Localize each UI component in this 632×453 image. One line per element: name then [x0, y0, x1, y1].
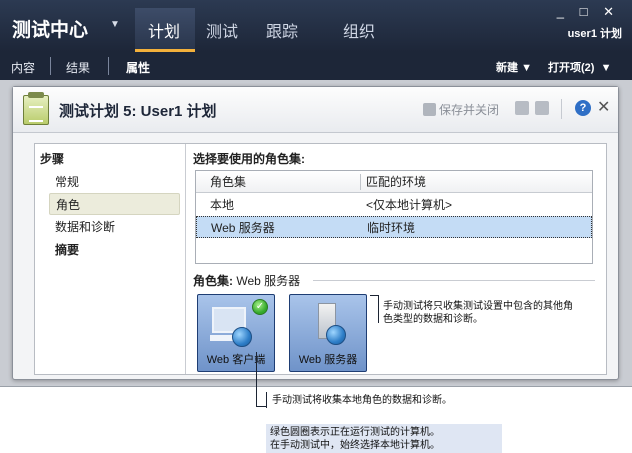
- clipboard-icon: [23, 92, 49, 125]
- divider: [313, 280, 595, 281]
- table-row-selected[interactable]: Web 服务器 临时环境: [196, 216, 592, 238]
- window-controls[interactable]: _ □ ✕: [557, 4, 620, 20]
- subnav-contents[interactable]: 内容: [11, 59, 35, 76]
- refresh-icon[interactable]: [535, 101, 549, 115]
- callout-connector: [256, 406, 266, 407]
- subnav-divider: [108, 57, 109, 75]
- dialog-body: 步骤 常规 角色 数据和诊断 摘要 选择要使用的角色集: 角色集 匹配的环境 本…: [34, 143, 607, 375]
- dialog-bottom-border: [0, 386, 632, 387]
- tile-label: Web 服务器: [298, 354, 358, 366]
- tab-plan[interactable]: 计划: [148, 18, 180, 42]
- callout-connector: [256, 352, 257, 407]
- dialog-title: 测试计划 5: User1 计划: [59, 103, 217, 120]
- role-tile-web-server[interactable]: Web 服务器: [289, 294, 367, 372]
- subnav-divider: [50, 57, 51, 75]
- new-label: 新建: [496, 62, 518, 74]
- chevron-down-icon: ▼: [597, 62, 612, 74]
- table-cell: 临时环境: [367, 221, 416, 235]
- save-icon: [423, 103, 436, 116]
- globe-icon: [232, 327, 252, 347]
- tile-label: Web 客户端: [206, 354, 266, 366]
- roleset-value: Web 服务器: [236, 274, 301, 288]
- callout-connector: [266, 392, 267, 408]
- tab-organize[interactable]: 组织: [343, 18, 375, 42]
- save-and-close-button[interactable]: 保存并关闭: [423, 101, 499, 118]
- callout-green-line-2: 在手动测试中，始终选择本地计算机。: [270, 440, 440, 451]
- step-summary[interactable]: 摘要: [49, 239, 180, 261]
- callout-server-note: 手动测试将只收集测试设置中包含的其他角色类型的数据和诊断。: [379, 298, 579, 328]
- running-indicator-icon: ✓: [252, 299, 268, 315]
- dialog-header: 测试计划 5: User1 计划 保存并关闭 ? ✕: [13, 87, 618, 133]
- sub-navigation: 内容 结果 属性 新建 ▼ 打开项(2) ▼: [0, 52, 632, 80]
- globe-icon: [326, 325, 346, 345]
- callout-local-note: 手动测试将收集本地角色的数据和诊断。: [268, 392, 488, 409]
- table-cell: Web 服务器: [211, 221, 275, 235]
- step-roles[interactable]: 角色: [49, 193, 180, 215]
- role-tile-web-client[interactable]: ✓ Web 客户端: [197, 294, 275, 372]
- app-title[interactable]: 测试中心: [12, 15, 88, 42]
- help-icon[interactable]: ?: [575, 100, 591, 116]
- chevron-down-icon: ▼: [521, 62, 532, 74]
- table-row[interactable]: 本地 <仅本地计算机>: [196, 194, 592, 216]
- roleset-label: 角色集:: [193, 274, 233, 288]
- tab-test[interactable]: 测试: [206, 18, 238, 42]
- roles-content: 选择要使用的角色集: 角色集 匹配的环境 本地 <仅本地计算机> Web 服务器…: [193, 144, 605, 374]
- steps-panel: 步骤 常规 角色 数据和诊断 摘要: [35, 144, 186, 374]
- user-label: user1 计划: [567, 28, 622, 40]
- callout-connector: [370, 295, 378, 296]
- chevron-down-icon[interactable]: ▼: [110, 19, 120, 30]
- callout-green-line-1: 绿色圆圈表示正在运行测试的计算机。: [270, 427, 440, 438]
- open-items-button[interactable]: 打开项(2) ▼: [548, 59, 611, 75]
- new-menu-button[interactable]: 新建 ▼: [496, 59, 532, 75]
- open-items-label: 打开项(2): [548, 62, 595, 74]
- table-header: 角色集 匹配的环境: [196, 171, 592, 193]
- app-header: 测试中心 ▼ 计划 测试 跟踪 组织 _ □ ✕ user1 计划: [0, 0, 632, 52]
- callout-green-note: 绿色圆圈表示正在运行测试的计算机。 在手动测试中，始终选择本地计算机。: [266, 424, 502, 453]
- save-icon[interactable]: [515, 101, 529, 115]
- roleset-prompt: 选择要使用的角色集:: [193, 152, 305, 166]
- steps-heading: 步骤: [40, 152, 65, 166]
- toolbar-divider: [561, 99, 562, 119]
- tab-track[interactable]: 跟踪: [266, 18, 298, 42]
- save-close-label: 保存并关闭: [439, 103, 500, 117]
- subnav-properties[interactable]: 属性: [126, 59, 150, 76]
- test-plan-dialog: 测试计划 5: User1 计划 保存并关闭 ? ✕ 步骤 常规 角色 数据和诊…: [12, 86, 619, 380]
- column-header-roleset[interactable]: 角色集: [196, 171, 246, 193]
- table-cell: 本地: [210, 198, 235, 212]
- roleset-summary: 角色集: Web 服务器: [193, 272, 300, 289]
- step-data-diagnostics[interactable]: 数据和诊断: [49, 216, 180, 238]
- close-icon[interactable]: ✕: [597, 97, 610, 117]
- subnav-results[interactable]: 结果: [66, 59, 90, 76]
- table-cell: <仅本地计算机>: [366, 198, 453, 212]
- step-general[interactable]: 常规: [49, 171, 180, 193]
- roleset-table[interactable]: 角色集 匹配的环境 本地 <仅本地计算机> Web 服务器 临时环境: [195, 170, 593, 264]
- column-header-environment[interactable]: 匹配的环境: [352, 171, 426, 193]
